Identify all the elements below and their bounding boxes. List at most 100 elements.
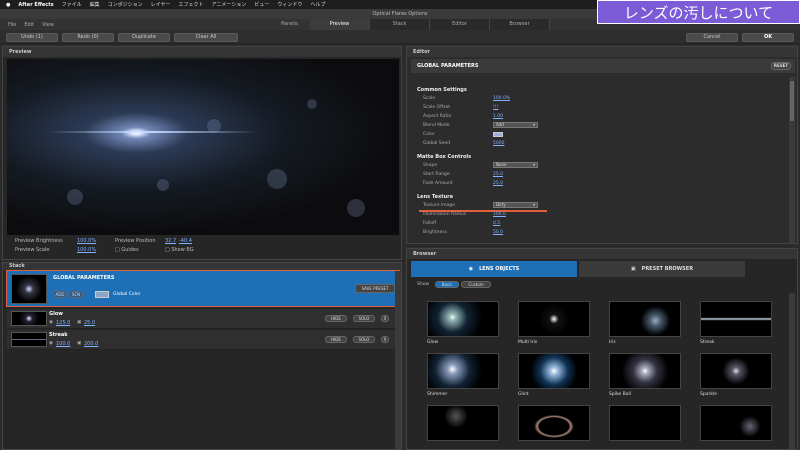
menu-edit-jp[interactable]: 編集 [90, 1, 100, 8]
glow-solo-button[interactable]: SOLO [353, 315, 375, 322]
eye-icon[interactable]: ◉ [49, 320, 53, 325]
menu-view-jp[interactable]: ビュー [254, 1, 269, 8]
duplicate-button[interactable]: Duplicate [118, 33, 170, 42]
basic-toggle[interactable]: Basic [435, 281, 459, 288]
layer-row-streak[interactable]: Streak ◉ 100.0 ▣ 200.0 HIDE SOLO X [7, 330, 397, 350]
lens-object-item[interactable]: Glow [427, 301, 499, 345]
preview-brightness-value[interactable]: 100.0% [77, 238, 96, 244]
param-value[interactable]: 50.0 [493, 230, 503, 235]
param-value[interactable]: 100.0 [493, 212, 506, 217]
tab-browser[interactable]: Browser [490, 19, 550, 30]
menu-animation-jp[interactable]: アニメーション [212, 1, 247, 8]
tab-editor[interactable]: Editor [430, 19, 490, 30]
lens-object-label: Glint [518, 392, 529, 397]
lens-object-item[interactable] [518, 405, 590, 444]
custom-toggle[interactable]: Custom [461, 281, 491, 288]
menu-layer-jp[interactable]: レイヤー [151, 1, 171, 8]
scn-button[interactable]: SCN [69, 291, 83, 298]
cancel-button[interactable]: Cancel [686, 33, 738, 42]
lens-object-item[interactable]: Glint [518, 353, 590, 397]
param-value[interactable]: 25.0 [493, 181, 503, 186]
lens-object-item[interactable]: Shimmer [427, 353, 499, 397]
chevron-down-icon: ▾ [532, 202, 535, 207]
param-value[interactable]: !!! [493, 105, 498, 110]
menu-window-jp[interactable]: ウィンドウ [277, 1, 302, 8]
browser-scrollbar[interactable] [789, 293, 795, 449]
lens-object-label: Multi Iris [518, 340, 538, 345]
tab-preview[interactable]: Preview [310, 19, 370, 30]
glow-hide-button[interactable]: HIDE [325, 315, 347, 322]
menu-file[interactable]: File [8, 22, 16, 28]
add-button[interactable]: ADD [53, 291, 67, 298]
lens-object-item[interactable] [609, 405, 681, 444]
menu-view[interactable]: View [42, 22, 54, 28]
lens-object-item[interactable]: Sparkle [700, 353, 772, 397]
lens-object-item[interactable]: Iris [609, 301, 681, 345]
color-swatch[interactable] [493, 132, 503, 137]
panels-label: Panels: [281, 21, 299, 27]
save-preset-button[interactable]: SAVE PRESET [355, 284, 395, 293]
menu-composition-jp[interactable]: コンポジション [108, 1, 143, 8]
preview-position-y[interactable]: -40.4 [179, 238, 192, 244]
tab-lens-objects[interactable]: ◉ LENS OBJECTS [411, 261, 577, 277]
lens-object-item[interactable] [427, 405, 499, 444]
param-label: Scale [423, 96, 436, 101]
dust-orb [267, 169, 287, 189]
tab-preset-browser[interactable]: ▣ PRESET BROWSER [579, 261, 745, 277]
glow-brightness[interactable]: 125.0 [56, 320, 70, 326]
param-value[interactable]: 0.5 [493, 221, 500, 226]
guides-checkbox[interactable]: □ Guides [115, 247, 139, 253]
lens-object-label: Glow [427, 340, 439, 345]
app-name[interactable]: After Effects [18, 2, 53, 8]
streak-scale[interactable]: 200.0 [84, 341, 98, 347]
menu-file-jp[interactable]: ファイル [62, 1, 82, 8]
global-parameters-row[interactable]: GLOBAL PARAMETERS ADD SCN Global Color S… [6, 270, 400, 307]
redo-button[interactable]: Redo (0) [62, 33, 114, 42]
stack-scrollbar[interactable] [395, 271, 401, 449]
apple-icon[interactable]: ● [6, 2, 10, 8]
eye-icon[interactable]: ◉ [49, 341, 53, 346]
streak-solo-button[interactable]: SOLO [353, 336, 375, 343]
editor-scroll-thumb[interactable] [790, 81, 794, 121]
glow-scale[interactable]: 25.0 [84, 320, 95, 326]
lens-object-item[interactable]: Spike Ball [609, 353, 681, 397]
panel-tabs: Panels: Preview Stack Editor Browser [270, 19, 550, 30]
param-value[interactable]: 5000 [493, 141, 504, 146]
lens-object-thumbnail [700, 353, 772, 389]
menu-edit[interactable]: Edit [24, 22, 34, 28]
global-color-swatch[interactable] [95, 291, 109, 298]
ok-button[interactable]: OK [742, 33, 794, 42]
lens-object-item[interactable]: Multi Iris [518, 301, 590, 345]
flare-streak [47, 131, 257, 133]
param-value[interactable]: 25.0 [493, 172, 503, 177]
editor-section-title: Matte Box Controls [417, 154, 472, 160]
dust-orb [157, 179, 169, 191]
preview-scale-value[interactable]: 100.0% [77, 247, 96, 253]
lens-object-label: Sparkle [700, 392, 717, 397]
param-dropdown[interactable]: Dirty ▾ [493, 202, 538, 208]
clear-all-button[interactable]: Clear All [174, 33, 238, 42]
lens-object-item[interactable]: Streak [700, 301, 772, 345]
menu-effect-jp[interactable]: エフェクト [179, 1, 204, 8]
undo-button[interactable]: Undo (1) [6, 33, 58, 42]
lens-object-item[interactable] [700, 405, 772, 444]
param-value[interactable]: 1.00 [493, 114, 503, 119]
menu-help-jp[interactable]: ヘルプ [310, 1, 325, 8]
preview-position-x[interactable]: 32.7 [165, 238, 176, 244]
param-value[interactable]: 100.0% [493, 96, 510, 101]
glow-name: Glow [49, 311, 63, 317]
editor-scrollbar[interactable] [789, 77, 795, 243]
param-dropdown[interactable]: None ▾ [493, 162, 538, 168]
param-dropdown[interactable]: Add ▾ [493, 122, 538, 128]
glow-delete-button[interactable]: X [381, 315, 389, 322]
layer-row-glow[interactable]: Glow ◉ 125.0 ▣ 25.0 HIDE SOLO X [7, 309, 397, 329]
tab-stack[interactable]: Stack [370, 19, 430, 30]
streak-hide-button[interactable]: HIDE [325, 336, 347, 343]
preview-viewport[interactable] [7, 59, 399, 235]
showbg-checkbox[interactable]: □ Show BG [165, 247, 194, 253]
dust-orb [347, 199, 365, 217]
streak-delete-button[interactable]: X [381, 336, 389, 343]
reset-button[interactable]: RESET [771, 62, 791, 70]
streak-brightness[interactable]: 100.0 [56, 341, 70, 347]
dust-orb [207, 119, 221, 133]
